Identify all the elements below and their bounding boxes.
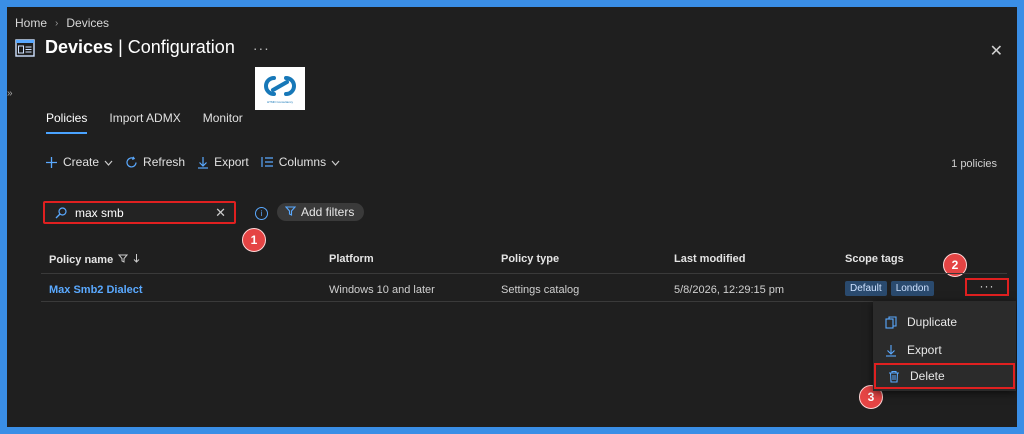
- export-menu-label: Export: [907, 343, 942, 357]
- scope-tags-cell: Default London: [845, 281, 938, 296]
- tab-policies[interactable]: Policies: [46, 111, 88, 134]
- breadcrumb-separator: ›: [55, 17, 59, 29]
- columns-button[interactable]: Columns: [261, 155, 340, 169]
- duplicate-menu-item[interactable]: Duplicate: [873, 309, 1016, 335]
- platform-cell: Windows 10 and later: [329, 284, 435, 296]
- scope-tag: London: [890, 281, 935, 296]
- duplicate-icon: [885, 315, 901, 329]
- row-divider: [41, 301, 1007, 302]
- chevron-down-icon: [104, 155, 113, 169]
- header-divider: [41, 273, 1007, 274]
- column-header-policy-name[interactable]: Policy name: [49, 253, 140, 266]
- logo-tagline: HTMD Consultancy: [266, 100, 293, 104]
- plus-icon: [45, 156, 58, 169]
- policy-type-cell: Settings catalog: [501, 284, 580, 296]
- toolbar: Create Refresh Export Columns: [45, 155, 352, 169]
- logo-mark: [264, 76, 296, 96]
- refresh-label: Refresh: [143, 155, 186, 169]
- title-row: Devices | Configuration ···: [15, 37, 270, 58]
- trash-icon: [888, 370, 904, 383]
- export-label: Export: [214, 155, 249, 169]
- column-header-scope-tags[interactable]: Scope tags: [845, 253, 904, 265]
- column-header-platform[interactable]: Platform: [329, 253, 374, 265]
- download-icon: [885, 344, 901, 357]
- policy-name-link[interactable]: Max Smb2 Dialect: [49, 284, 143, 296]
- htmd-logo: HTMD Consultancy: [255, 67, 305, 110]
- tab-import-admx[interactable]: Import ADMX: [109, 111, 180, 134]
- tab-monitor[interactable]: Monitor: [203, 111, 243, 134]
- breadcrumb-home[interactable]: Home: [15, 16, 47, 30]
- scope-tag: Default: [845, 281, 887, 296]
- row-more-button[interactable]: ···: [965, 278, 1009, 296]
- create-label: Create: [63, 155, 100, 169]
- columns-icon: [261, 156, 274, 168]
- add-filters-button[interactable]: Add filters: [277, 203, 365, 221]
- chevron-down-icon: [331, 155, 340, 169]
- clear-search-icon[interactable]: ✕: [215, 205, 226, 221]
- search-icon: [55, 206, 67, 219]
- filter-icon: [284, 205, 297, 219]
- duplicate-label: Duplicate: [907, 315, 958, 329]
- context-menu: Duplicate Export Delete: [873, 301, 1016, 391]
- close-button[interactable]: ✕: [990, 41, 1003, 61]
- info-icon[interactable]: i: [255, 207, 268, 220]
- filter-icon: [118, 254, 129, 266]
- last-modified-cell: 5/8/2026, 12:29:15 pm: [674, 284, 785, 296]
- download-icon: [197, 156, 209, 169]
- refresh-icon: [125, 155, 138, 169]
- export-button[interactable]: Export: [197, 155, 249, 169]
- more-options-icon[interactable]: ···: [253, 40, 270, 56]
- configuration-icon: [15, 38, 35, 57]
- refresh-button[interactable]: Refresh: [125, 155, 185, 169]
- policy-count: 1 policies: [951, 158, 997, 170]
- add-filters-label: Add filters: [301, 205, 355, 219]
- app-frame: Home › Devices Devices | Configuration ·…: [7, 7, 1017, 427]
- page-title: Devices | Configuration: [45, 37, 235, 57]
- breadcrumb-devices[interactable]: Devices: [66, 16, 109, 30]
- sort-down-icon: [133, 253, 140, 266]
- tab-bar: Policies Import ADMX Monitor: [46, 111, 243, 134]
- search-value: max smb: [75, 205, 124, 220]
- delete-menu-item[interactable]: Delete: [874, 363, 1015, 389]
- step-badge-1: 1: [242, 228, 266, 252]
- expand-sidebar-icon[interactable]: »: [7, 88, 13, 99]
- search-input[interactable]: max smb ✕: [43, 201, 236, 224]
- column-header-policy-type[interactable]: Policy type: [501, 253, 559, 265]
- column-header-last-modified[interactable]: Last modified: [674, 253, 746, 265]
- breadcrumb: Home › Devices: [15, 16, 109, 30]
- delete-label: Delete: [910, 369, 945, 383]
- create-button[interactable]: Create: [45, 155, 113, 169]
- export-menu-item[interactable]: Export: [873, 337, 1016, 363]
- columns-label: Columns: [278, 155, 327, 169]
